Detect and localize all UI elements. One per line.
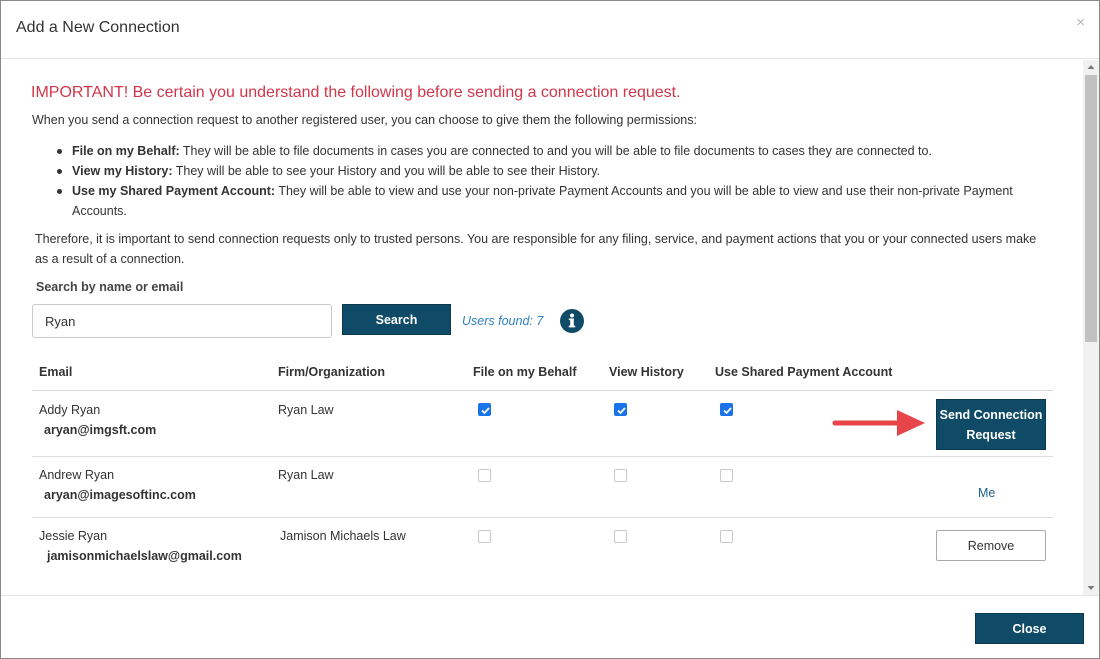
user-name: Andrew Ryan bbox=[39, 468, 115, 482]
shared-payment-checkbox[interactable] bbox=[720, 403, 733, 416]
info-circle-icon[interactable] bbox=[560, 309, 584, 333]
table-row: Andrew Ryan aryan@imagesoftinc.com Ryan … bbox=[32, 457, 1053, 518]
column-header-view-history: View History bbox=[609, 365, 684, 379]
remove-connection-button[interactable]: Remove bbox=[936, 530, 1046, 561]
permission-item-view-history: View my History: They will be able to se… bbox=[55, 161, 1045, 181]
close-button[interactable]: Close bbox=[975, 613, 1084, 644]
table-row: Jessie Ryan jamisonmichaelslaw@gmail.com… bbox=[32, 518, 1053, 580]
file-on-behalf-checkbox bbox=[478, 530, 491, 543]
permissions-list: File on my Behalf: They will be able to … bbox=[55, 141, 1045, 221]
dialog-title: Add a New Connection bbox=[16, 19, 180, 36]
users-found-count: Users found: 7 bbox=[462, 314, 544, 328]
annotation-arrow-icon bbox=[832, 410, 925, 436]
trust-warning-text: Therefore, it is important to send conne… bbox=[35, 232, 1037, 266]
user-name: Addy Ryan bbox=[39, 403, 101, 417]
permission-item-shared-payment: Use my Shared Payment Account: They will… bbox=[55, 181, 1045, 221]
scroll-up-arrow-icon[interactable] bbox=[1083, 60, 1099, 74]
user-email: aryan@imgsft.com bbox=[44, 423, 157, 437]
user-name: Jessie Ryan bbox=[39, 529, 108, 543]
column-header-shared-payment: Use Shared Payment Account bbox=[715, 365, 893, 379]
column-header-email: Email bbox=[39, 365, 73, 379]
permission-item-file-on-behalf: File on my Behalf: They will be able to … bbox=[55, 141, 1045, 161]
view-history-checkbox bbox=[614, 469, 627, 482]
vertical-scrollbar[interactable] bbox=[1083, 60, 1099, 595]
dialog-header: Add a New Connection × bbox=[1, 1, 1099, 59]
user-email: jamisonmichaelslaw@gmail.com bbox=[47, 549, 242, 563]
shared-payment-checkbox bbox=[720, 469, 733, 482]
user-email: aryan@imagesoftinc.com bbox=[44, 488, 196, 502]
scroll-down-arrow-icon[interactable] bbox=[1083, 581, 1099, 595]
column-header-firm: Firm/Organization bbox=[278, 365, 385, 379]
column-header-file-on-behalf: File on my Behalf bbox=[473, 365, 577, 379]
self-indicator: Me bbox=[978, 486, 996, 500]
file-on-behalf-checkbox[interactable] bbox=[478, 403, 491, 416]
user-firm: Ryan Law bbox=[278, 468, 334, 482]
user-firm: Ryan Law bbox=[278, 403, 334, 417]
dialog-footer: Close bbox=[1, 595, 1099, 658]
dialog-body: IMPORTANT! Be certain you understand the… bbox=[1, 60, 1099, 595]
view-history-checkbox[interactable] bbox=[614, 403, 627, 416]
important-notice-title: IMPORTANT! Be certain you understand the… bbox=[31, 84, 681, 101]
shared-payment-checkbox bbox=[720, 530, 733, 543]
search-label: Search by name or email bbox=[36, 280, 184, 294]
add-connection-dialog: Add a New Connection × IMPORTANT! Be cer… bbox=[0, 0, 1100, 659]
search-button[interactable]: Search bbox=[342, 304, 451, 335]
scroll-thumb[interactable] bbox=[1085, 75, 1097, 342]
send-connection-request-button[interactable]: Send Connection Request bbox=[936, 399, 1046, 450]
table-header-row: Email Firm/Organization File on my Behal… bbox=[32, 353, 1053, 391]
search-input[interactable] bbox=[32, 304, 332, 338]
view-history-checkbox bbox=[614, 530, 627, 543]
permissions-intro: When you send a connection request to an… bbox=[32, 113, 697, 127]
table-row: Addy Ryan aryan@imgsft.com Ryan Law Send… bbox=[32, 391, 1053, 457]
close-icon[interactable]: × bbox=[1076, 15, 1085, 30]
user-firm: Jamison Michaels Law bbox=[280, 529, 406, 543]
file-on-behalf-checkbox bbox=[478, 469, 491, 482]
